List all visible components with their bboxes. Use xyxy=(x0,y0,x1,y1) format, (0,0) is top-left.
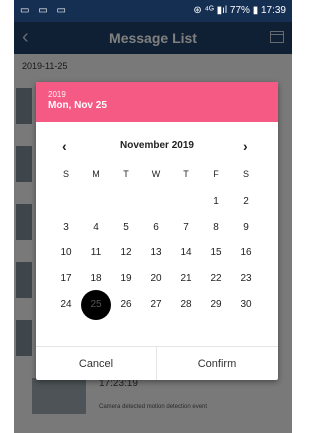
status-indicators: ⊛ ⁴ᴳ ▮ıl 77% ▮ 17:39 xyxy=(193,5,286,16)
calendar-day[interactable]: 13 xyxy=(144,241,168,265)
calendar-day[interactable]: 15 xyxy=(204,241,228,265)
weekday-label: T xyxy=(123,169,129,179)
calendar-day[interactable]: 9 xyxy=(234,216,258,240)
calendar-day[interactable]: 4 xyxy=(84,216,108,240)
calendar-day[interactable]: 28 xyxy=(174,293,198,317)
calendar-day[interactable]: 8 xyxy=(204,216,228,240)
next-month-icon[interactable]: › xyxy=(243,138,248,154)
calendar-day[interactable]: 22 xyxy=(204,267,228,291)
calendar-day[interactable]: 29 xyxy=(204,293,228,317)
calendar-day[interactable]: 24 xyxy=(54,293,78,317)
calendar-day[interactable]: 2 xyxy=(234,190,258,214)
weekday-label: S xyxy=(62,169,69,179)
month-label: November 2019 xyxy=(120,140,194,151)
calendar-day[interactable]: 19 xyxy=(114,267,138,291)
calendar-day[interactable]: 14 xyxy=(174,241,198,265)
calendar-day[interactable]: 27 xyxy=(144,293,168,317)
calendar-day[interactable]: 23 xyxy=(234,267,258,291)
status-bar: ▭ ▭ ▭ ⊛ ⁴ᴳ ▮ıl 77% ▮ 17:39 xyxy=(14,0,292,22)
weekday-label: F xyxy=(213,169,219,179)
selected-day[interactable]: 25 xyxy=(81,290,111,320)
notification-icons: ▭ ▭ ▭ xyxy=(20,5,69,16)
calendar-day[interactable]: 11 xyxy=(84,241,108,265)
calendar-day[interactable]: 7 xyxy=(174,216,198,240)
calendar-day[interactable]: 3 xyxy=(54,216,78,240)
calendar-day[interactable]: 17 xyxy=(54,267,78,291)
date-picker-header: 2019 Mon, Nov 25 xyxy=(36,82,278,122)
calendar-day[interactable]: 16 xyxy=(234,241,258,265)
calendar-day[interactable]: 12 xyxy=(114,241,138,265)
weekday-label: M xyxy=(92,169,100,179)
calendar-day[interactable]: 1 xyxy=(204,190,228,214)
calendar-day[interactable]: 21 xyxy=(174,267,198,291)
cancel-button[interactable]: Cancel xyxy=(36,347,156,380)
date-picker-dialog: 2019 Mon, Nov 25 ‹ November 2019 › SMTWT… xyxy=(36,82,278,380)
weekday-label: T xyxy=(183,169,189,179)
confirm-button[interactable]: Confirm xyxy=(157,347,277,380)
calendar-day[interactable]: 20 xyxy=(144,267,168,291)
weekday-label: W xyxy=(151,169,161,179)
calendar-day[interactable]: 26 xyxy=(114,293,138,317)
header-year[interactable]: 2019 xyxy=(48,90,66,99)
calendar-day[interactable]: 5 xyxy=(114,216,138,240)
calendar-day[interactable]: 30 xyxy=(234,293,258,317)
calendar-day[interactable]: 10 xyxy=(54,241,78,265)
header-date: Mon, Nov 25 xyxy=(48,100,107,111)
calendar-day[interactable]: 6 xyxy=(144,216,168,240)
dialog-footer: Cancel Confirm xyxy=(36,346,278,380)
weekday-label: S xyxy=(242,169,249,179)
calendar-day[interactable]: 18 xyxy=(84,267,108,291)
